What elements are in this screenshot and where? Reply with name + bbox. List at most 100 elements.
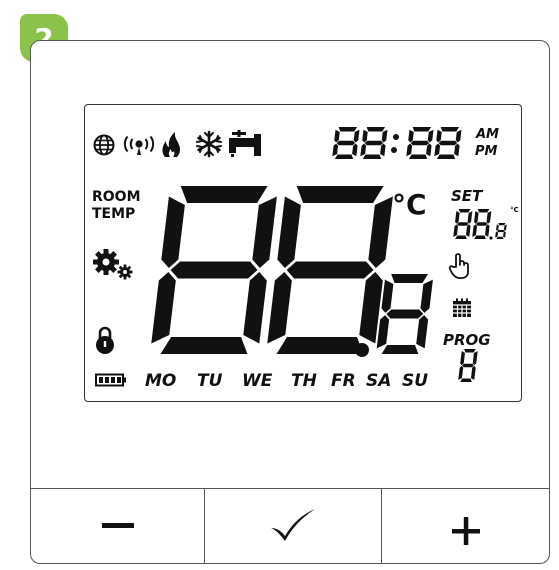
pm-indicator: PM (475, 144, 498, 159)
plus-button[interactable] (382, 489, 549, 564)
segment-e (332, 143, 339, 157)
segment-f (474, 211, 479, 224)
segment-c (380, 143, 386, 157)
room-temp-decimal-point (355, 343, 369, 357)
segment-f (436, 129, 442, 143)
segment-a (391, 274, 429, 283)
segment-g (438, 140, 458, 146)
segment-g (456, 222, 469, 226)
segment-b (427, 129, 434, 143)
segment-f (277, 196, 301, 268)
clock-display (332, 127, 462, 159)
segment-a (296, 186, 384, 203)
wireless-signal-icon (123, 136, 155, 155)
segment-b (353, 129, 360, 143)
segment-d (455, 235, 467, 239)
segment-a (366, 127, 386, 132)
segment-g (364, 140, 384, 146)
day-tu: TU (197, 371, 223, 391)
plus-icon (452, 517, 480, 545)
segment-g (475, 222, 488, 226)
segment-b (472, 351, 478, 366)
room-temp-digit-2 (267, 186, 393, 354)
segment-d (474, 235, 486, 239)
prog-display (458, 349, 478, 382)
day-sa: SA (366, 371, 392, 391)
clock-colon-bottom (391, 147, 397, 153)
segment-b (503, 224, 507, 231)
segment-b (455, 129, 462, 143)
set-temp-decimal-point (489, 236, 493, 240)
segment-e (151, 272, 176, 344)
segment-d (408, 154, 428, 159)
segment-b (420, 279, 433, 313)
segment-f (381, 279, 394, 313)
segment-c (465, 224, 471, 237)
segment-f (408, 129, 414, 143)
confirm-button[interactable] (205, 489, 381, 564)
segment-d (362, 154, 382, 159)
am-indicator: AM (476, 127, 499, 142)
segment-g (462, 363, 474, 368)
set-temp-digit-1 (453, 209, 473, 239)
segment-b (486, 211, 492, 224)
segment-d (276, 337, 364, 354)
segment-c (484, 224, 490, 237)
water-tap-icon (229, 130, 261, 157)
segment-a (477, 209, 490, 213)
checkmark-icon (271, 509, 315, 541)
temperature-unit: °C (392, 188, 427, 221)
calendar-icon (453, 298, 471, 317)
segment-f (455, 211, 460, 224)
set-label: SET (451, 187, 483, 205)
lock-icon (96, 326, 114, 354)
clock-digit-3 (406, 127, 434, 159)
set-temp-unit: °C (510, 206, 519, 214)
segment-g (336, 140, 356, 146)
segment-d (460, 378, 472, 382)
segment-g (170, 261, 258, 279)
segment-a (464, 349, 476, 353)
segment-e (453, 224, 459, 237)
segment-e (267, 272, 292, 344)
segment-f (362, 129, 368, 143)
segment-b (368, 196, 393, 268)
segment-c (470, 365, 476, 380)
day-th: TH (291, 371, 317, 391)
segment-f (496, 224, 499, 231)
segment-c (352, 143, 358, 157)
segment-f (161, 196, 185, 268)
segment-d (160, 337, 248, 354)
segment-f (460, 351, 465, 366)
globe-icon (93, 134, 115, 156)
segment-b (467, 211, 473, 224)
clock-digit-4 (434, 127, 462, 159)
segment-e (458, 365, 464, 380)
segment-d (496, 236, 504, 239)
minus-button[interactable] (31, 489, 204, 564)
snowflake-icon (196, 130, 222, 158)
segment-e (376, 315, 390, 349)
segment-c (426, 143, 432, 157)
day-fr: FR (331, 371, 356, 391)
segment-a (412, 127, 432, 132)
clock-digit-1 (332, 127, 360, 159)
segment-e (434, 143, 441, 157)
segment-a (338, 127, 358, 132)
segment-e (495, 231, 498, 238)
segment-d (436, 154, 456, 159)
segment-c (243, 272, 267, 344)
segment-b (381, 129, 388, 143)
clock-digit-2 (360, 127, 388, 159)
segment-a (458, 209, 471, 213)
prog-label: PROG (443, 331, 491, 349)
clock-colon-top (393, 134, 399, 140)
hand-pointer-icon (448, 253, 469, 279)
segment-c (503, 231, 506, 238)
segment-g (497, 229, 505, 233)
segment-e (360, 143, 367, 157)
segment-e (472, 224, 478, 237)
room-temp-label-2: TEMP (92, 206, 136, 222)
room-temp-digit-1 (151, 186, 277, 354)
segment-d (334, 154, 354, 159)
